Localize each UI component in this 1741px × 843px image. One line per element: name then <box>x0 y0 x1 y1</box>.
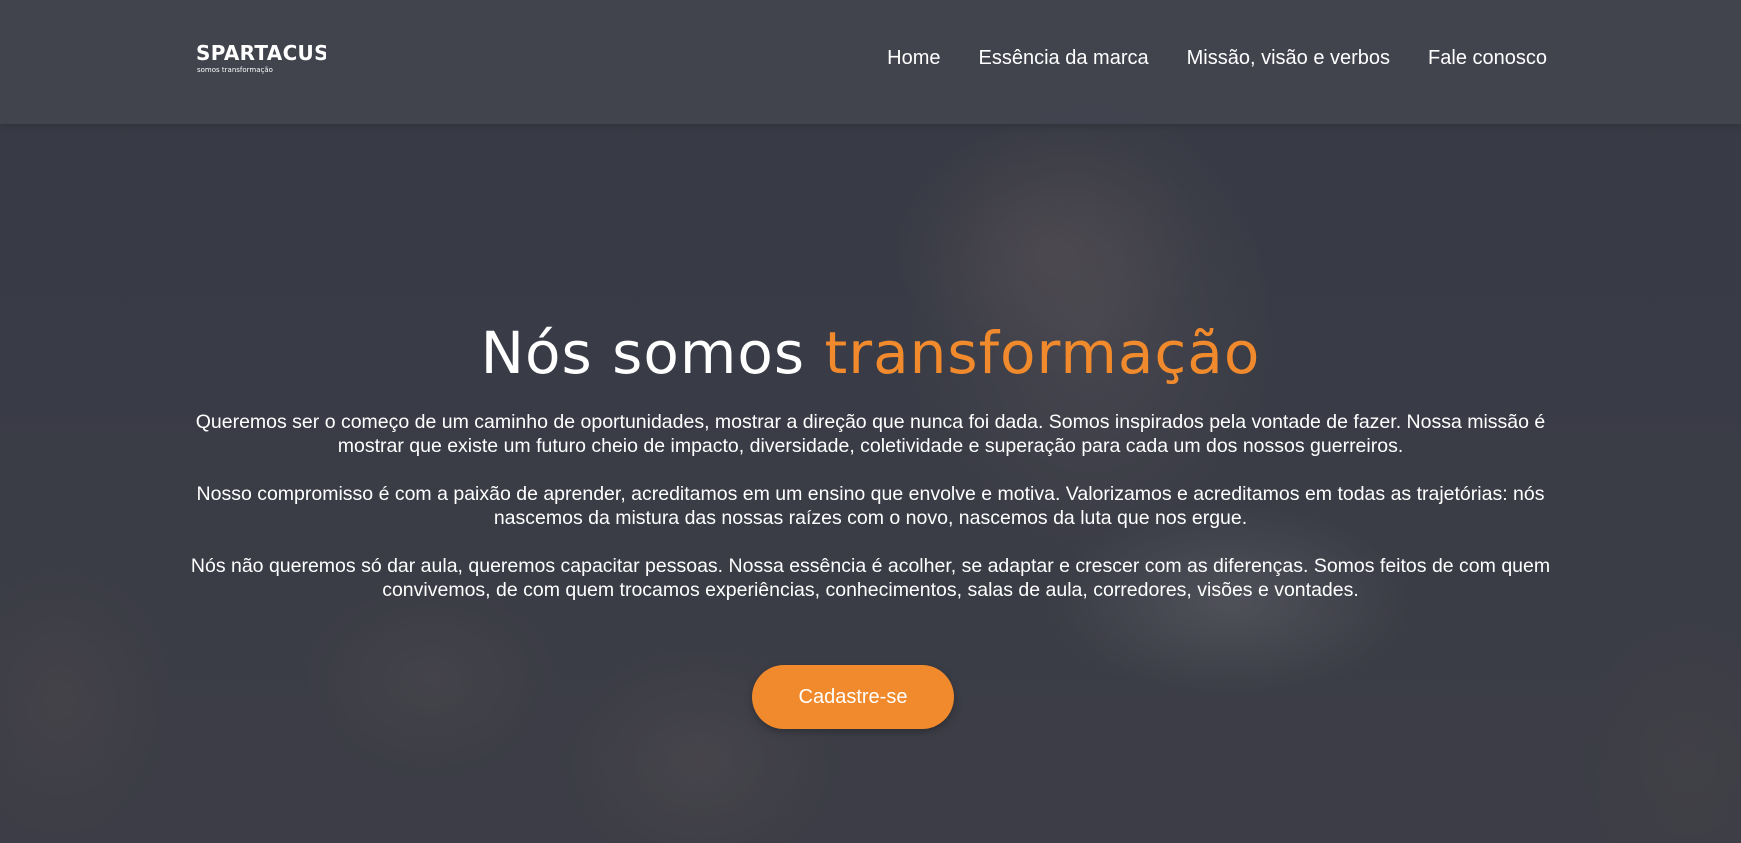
spartacus-logo[interactable]: SPARTACUS somos transformação <box>196 40 326 80</box>
nav-link-missao-visao-verbos[interactable]: Missão, visão e verbos <box>1187 44 1390 72</box>
nav-link-essencia-da-marca[interactable]: Essência da marca <box>979 44 1149 72</box>
hero-paragraph-3: Nós não queremos só dar aula, queremos c… <box>190 555 1551 601</box>
hero-description: Queremos ser o começo de um caminho de o… <box>170 410 1571 626</box>
logo-tagline: somos transformação <box>197 66 273 74</box>
logo-wordmark: SPARTACUS <box>196 41 326 65</box>
nav-link-home[interactable]: Home <box>887 44 940 72</box>
hero-title-accent: transformação <box>824 319 1261 387</box>
signup-button[interactable]: Cadastre-se <box>752 665 954 729</box>
hero-paragraph-2: Nosso compromisso é com a paixão de apre… <box>196 483 1545 529</box>
page: SPARTACUS somos transformação Home Essên… <box>0 0 1741 843</box>
hero-section: Nós somos transformação Queremos ser o c… <box>0 124 1741 843</box>
logo-mark-icon: SPARTACUS somos transformação <box>196 41 326 74</box>
site-header: SPARTACUS somos transformação Home Essên… <box>0 0 1741 124</box>
hero-title-prefix: Nós somos <box>480 319 806 387</box>
nav-link-fale-conosco[interactable]: Fale conosco <box>1428 44 1547 72</box>
hero-paragraph-1: Queremos ser o começo de um caminho de o… <box>195 411 1546 457</box>
hero-title: Nós somos transformação <box>0 318 1741 388</box>
main-nav: Home Essência da marca Missão, visão e v… <box>887 44 1547 72</box>
